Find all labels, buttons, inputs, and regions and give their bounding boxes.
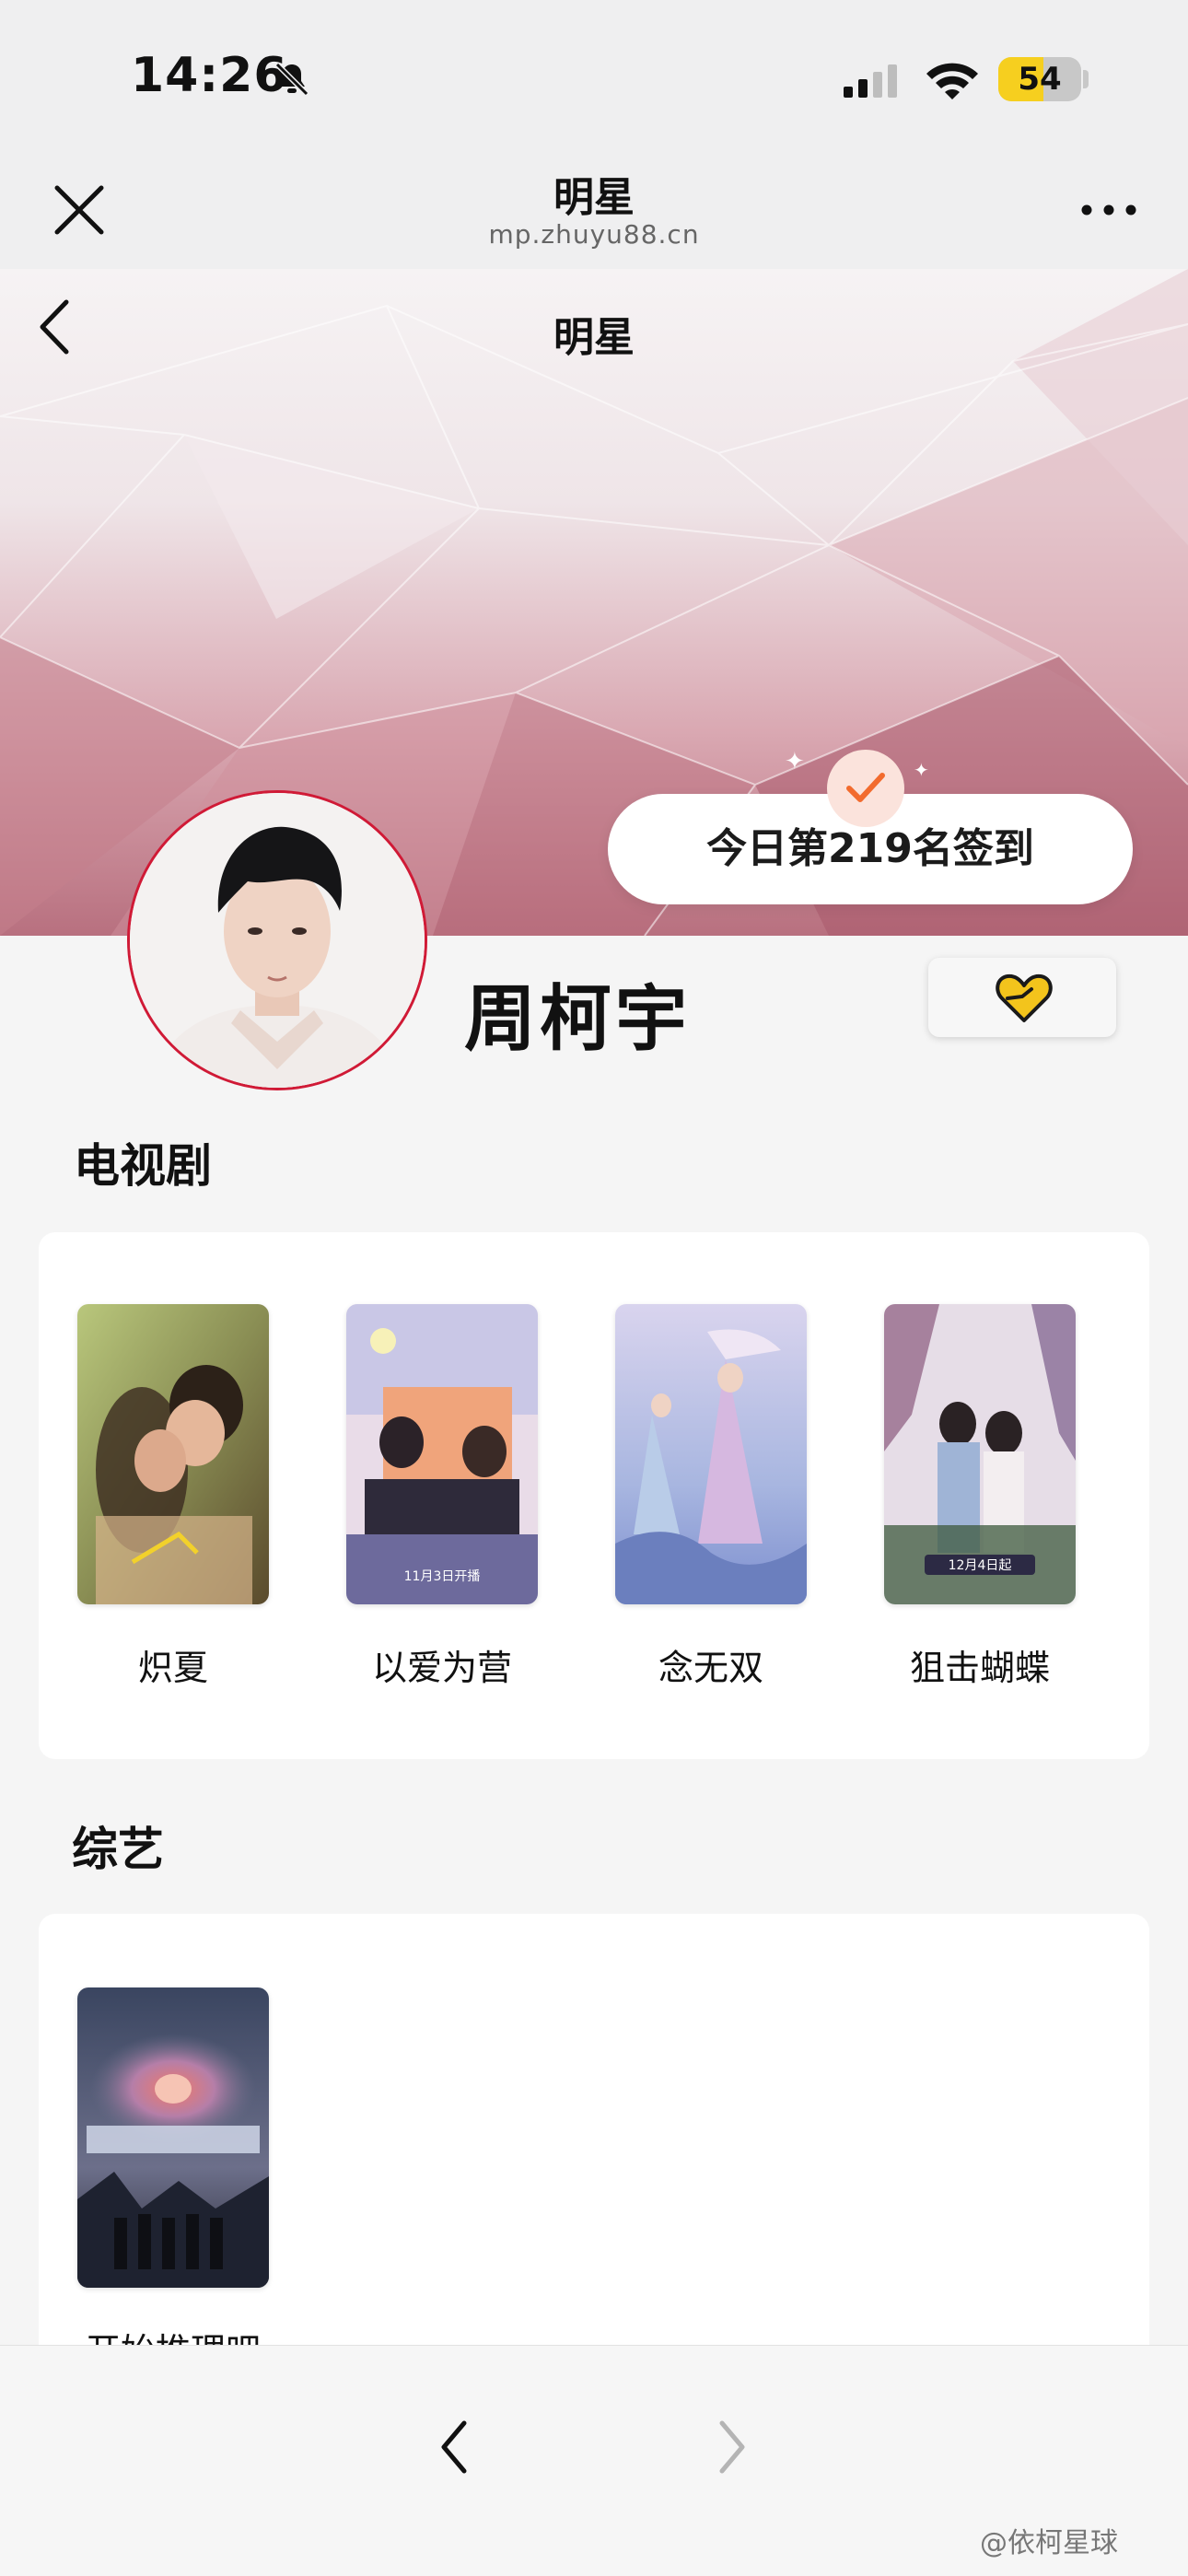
mini-program-nav: 明星 mp.zhuyu88.cn bbox=[0, 157, 1188, 269]
heart-icon bbox=[996, 973, 1053, 1022]
page-title: 明星 bbox=[553, 314, 635, 361]
status-bar: 14:26 54 bbox=[0, 0, 1188, 157]
checkmark-badge bbox=[827, 750, 904, 827]
drama-poster[interactable] bbox=[615, 1304, 807, 1604]
drama-item-3[interactable]: 念无双 bbox=[615, 1304, 807, 1690]
more-options-button[interactable] bbox=[1076, 184, 1142, 236]
mini-program-title: 明星 bbox=[553, 174, 635, 221]
checkmark-icon bbox=[846, 773, 885, 802]
tv-drama-card: 炽夏 11月3日开播 以爱为营 念无双 12月4日起 狙击蝴蝶 bbox=[39, 1232, 1149, 1759]
drama-item-1[interactable]: 炽夏 bbox=[77, 1304, 269, 1690]
battery-icon: 54 bbox=[998, 57, 1081, 101]
nav-back-button[interactable] bbox=[429, 2414, 481, 2480]
drama-title: 以爱为营 bbox=[371, 1648, 512, 1688]
variety-item-1[interactable]: 开始推理吧 bbox=[77, 1987, 269, 2373]
section-title-tv-dramas: 电视剧 bbox=[74, 1139, 212, 1193]
drama-title: 炽夏 bbox=[137, 1648, 208, 1688]
sparkle-icon: ✦ bbox=[914, 759, 929, 781]
bell-muted-icon bbox=[274, 62, 309, 97]
avatar bbox=[127, 790, 427, 1090]
battery-level: 54 bbox=[1018, 61, 1062, 98]
section-title-variety: 综艺 bbox=[72, 1823, 164, 1876]
battery-cap bbox=[1083, 70, 1089, 88]
sparkle-icon: ✦ bbox=[785, 748, 805, 775]
drama-item-4[interactable]: 12月4日起 狙击蝴蝶 bbox=[884, 1304, 1076, 1690]
svg-text:12月4日起: 12月4日起 bbox=[949, 1558, 1012, 1573]
signal-icon bbox=[844, 64, 897, 98]
nav-forward-button[interactable] bbox=[705, 2414, 757, 2480]
variety-poster[interactable] bbox=[77, 1987, 269, 2288]
drama-poster[interactable] bbox=[77, 1304, 269, 1604]
follow-button[interactable] bbox=[928, 958, 1116, 1037]
drama-title: 狙击蝴蝶 bbox=[909, 1648, 1050, 1688]
mini-program-domain: mp.zhuyu88.cn bbox=[488, 219, 700, 250]
svg-text:11月3日开播: 11月3日开播 bbox=[404, 1569, 481, 1584]
wifi-icon bbox=[926, 63, 978, 99]
status-time: 14:26 bbox=[131, 48, 288, 103]
drama-poster[interactable]: 11月3日开播 bbox=[346, 1304, 538, 1604]
drama-item-2[interactable]: 11月3日开播 以爱为营 bbox=[346, 1304, 538, 1690]
star-name: 周柯宇 bbox=[464, 978, 692, 1061]
drama-poster[interactable]: 12月4日起 bbox=[884, 1304, 1076, 1604]
watermark: @依柯星球 bbox=[980, 2527, 1118, 2559]
avatar-portrait bbox=[130, 793, 425, 1088]
drama-title: 念无双 bbox=[658, 1648, 763, 1688]
